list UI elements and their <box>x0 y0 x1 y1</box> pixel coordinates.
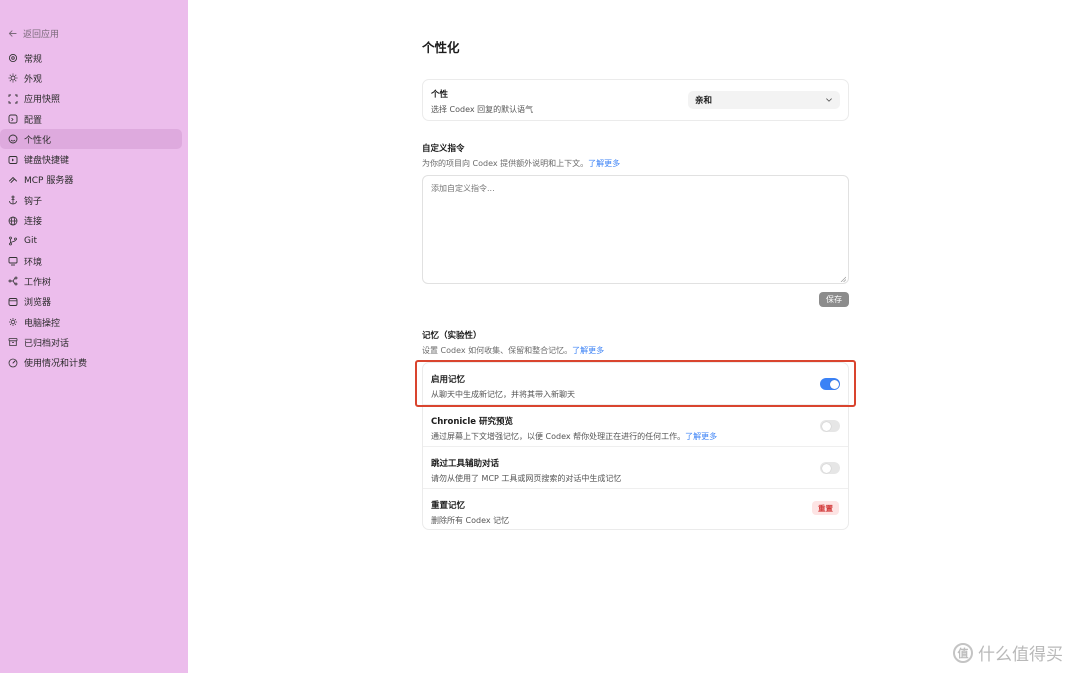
sidebar-item-hooks[interactable]: 钩子 <box>0 190 182 210</box>
sidebar-item-label: 浏览器 <box>24 298 52 309</box>
sidebar-item-label: 使用情况和计费 <box>24 359 88 370</box>
sidebar-item-label: 已归档对话 <box>24 338 70 349</box>
sidebar-item-label: 个性化 <box>24 135 52 146</box>
sidebar-item-computer-control[interactable]: 电脑操控 <box>0 312 182 332</box>
memory-card: 启用记忆 从聊天中生成新记忆，并将其带入新聊天 Chronicle 研究预览 通… <box>422 362 849 530</box>
toggle-knob <box>821 463 831 473</box>
sidebar-item-config[interactable]: 配置 <box>0 109 182 129</box>
personality-select[interactable]: 亲和 <box>688 91 840 109</box>
watermark-logo: 值 <box>953 642 973 663</box>
sidebar-item-app-snapshot[interactable]: 应用快照 <box>0 89 182 109</box>
sidebar-item-label: 环境 <box>24 257 43 268</box>
monitor-icon <box>8 257 18 266</box>
skip-tool-chats-toggle[interactable] <box>820 462 840 474</box>
back-to-app-link[interactable]: 返回应用 <box>8 27 59 40</box>
anchor-icon <box>9 195 17 205</box>
reset-memory-button[interactable]: 重置 <box>812 501 839 515</box>
custom-instructions-learn-more-link[interactable]: 了解更多 <box>588 159 620 168</box>
custom-instructions-description-text: 为你的项目向 Codex 提供额外说明和上下文。 <box>422 159 589 168</box>
computer-control-icon <box>9 318 17 326</box>
custom-instructions-input[interactable] <box>422 175 849 284</box>
sidebar-item-label: 应用快照 <box>24 95 61 106</box>
sidebar-item-label: 常规 <box>24 54 43 65</box>
sidebar-item-label: Git <box>24 235 38 246</box>
sidebar-item-archived-chats[interactable]: 已归档对话 <box>0 332 182 352</box>
chronicle-title: Chronicle 研究预览 <box>431 417 513 427</box>
gear-icon <box>8 54 18 63</box>
reset-memory-description: 删除所有 Codex 记忆 <box>431 516 510 525</box>
memory-row-enable: 启用记忆 从聊天中生成新记忆，并将其带入新聊天 <box>423 363 848 405</box>
sidebar-item-label: 键盘快捷键 <box>24 156 70 167</box>
toggle-knob <box>829 379 839 389</box>
settings-nav: 常规 外观 应用快照 配置 个性化 键盘快捷键 MCP 服务器 钩子 连接 Gi… <box>0 48 188 373</box>
sidebar-item-label: 电脑操控 <box>24 318 61 329</box>
memory-title: 记忆（实验性） <box>422 331 482 341</box>
globe-icon <box>8 216 18 225</box>
chronicle-description-text: 通过屏幕上下文增强记忆，以便 Codex 帮你处理正在进行的任何工作。 <box>431 432 686 441</box>
browser-icon <box>8 297 18 306</box>
snapshot-icon <box>8 94 18 104</box>
memory-row-skip-tool-chats: 跳过工具辅助对话 请勿从使用了 MCP 工具或网页搜索的对话中生成记忆 <box>423 447 848 489</box>
enable-memory-description: 从聊天中生成新记忆，并将其带入新聊天 <box>431 390 575 399</box>
main-content: 个性化 个性 选择 Codex 回复的默认语气 亲和 自定义指令 为你的项目向 … <box>188 0 1080 673</box>
sidebar-item-personalization[interactable]: 个性化 <box>0 129 182 150</box>
page-title: 个性化 <box>422 40 460 55</box>
personality-card: 个性 选择 Codex 回复的默认语气 亲和 <box>422 79 849 121</box>
sidebar-item-general[interactable]: 常规 <box>0 48 182 68</box>
sidebar-item-label: 外观 <box>24 74 43 85</box>
resize-handle-icon[interactable] <box>840 276 846 282</box>
memory-description: 设置 Codex 如何收集、保留和整合记忆。了解更多 <box>422 345 604 356</box>
sidebar-item-label: 配置 <box>24 115 43 126</box>
chronicle-toggle[interactable] <box>820 420 840 432</box>
sidebar-item-environment[interactable]: 环境 <box>0 251 182 271</box>
archive-icon <box>8 338 18 347</box>
enable-memory-title: 启用记忆 <box>431 375 466 385</box>
watermark-text: 什么值得买 <box>978 645 1063 665</box>
mcp-icon <box>9 176 17 183</box>
sidebar-item-keyboard-shortcuts[interactable]: 键盘快捷键 <box>0 149 182 169</box>
chronicle-learn-more-link[interactable]: 了解更多 <box>685 432 717 441</box>
back-label: 返回应用 <box>23 30 60 40</box>
sidebar-item-appearance[interactable]: 外观 <box>0 68 182 88</box>
sun-icon <box>8 73 18 83</box>
custom-instructions-description: 为你的项目向 Codex 提供额外说明和上下文。了解更多 <box>422 158 620 169</box>
memory-row-chronicle: Chronicle 研究预览 通过屏幕上下文增强记忆，以便 Codex 帮你处理… <box>423 405 848 447</box>
sidebar-item-label: MCP 服务器 <box>24 176 74 187</box>
chronicle-description: 通过屏幕上下文增强记忆，以便 Codex 帮你处理正在进行的任何工作。了解更多 <box>431 431 840 442</box>
gauge-icon <box>8 358 18 367</box>
sidebar-item-usage-billing[interactable]: 使用情况和计费 <box>0 352 182 372</box>
arrow-left-icon <box>8 30 17 37</box>
git-branch-icon <box>9 236 17 246</box>
reset-memory-title: 重置记忆 <box>431 501 466 511</box>
worktree-icon <box>8 277 18 286</box>
memory-row-reset: 重置记忆 删除所有 Codex 记忆 重置 <box>423 489 848 531</box>
toggle-knob <box>821 421 831 431</box>
personality-selected-value: 亲和 <box>695 96 713 106</box>
sidebar-item-label: 工作树 <box>24 277 52 288</box>
sidebar: 返回应用 常规 外观 应用快照 配置 个性化 键盘快捷键 MCP 服务器 钩子 … <box>0 0 188 673</box>
memory-description-text: 设置 Codex 如何收集、保留和整合记忆。 <box>422 346 573 355</box>
personalization-icon <box>8 134 18 144</box>
memory-learn-more-link[interactable]: 了解更多 <box>572 346 604 355</box>
chevron-down-icon <box>826 98 832 102</box>
watermark: 值 什么值得买 <box>953 640 1063 665</box>
sidebar-item-browser[interactable]: 浏览器 <box>0 292 182 312</box>
enable-memory-toggle[interactable] <box>820 378 840 390</box>
sidebar-item-label: 连接 <box>24 217 43 228</box>
keyboard-icon <box>8 155 18 164</box>
sidebar-item-worktree[interactable]: 工作树 <box>0 271 182 291</box>
skip-tool-chats-description: 请勿从使用了 MCP 工具或网页搜索的对话中生成记忆 <box>431 474 622 483</box>
sidebar-item-git[interactable]: Git <box>0 231 182 251</box>
sidebar-item-mcp-servers[interactable]: MCP 服务器 <box>0 170 182 190</box>
sidebar-item-label: 钩子 <box>24 196 43 207</box>
save-button[interactable]: 保存 <box>819 292 849 307</box>
sidebar-item-connections[interactable]: 连接 <box>0 210 182 230</box>
custom-instructions-title: 自定义指令 <box>422 144 465 154</box>
skip-tool-chats-title: 跳过工具辅助对话 <box>431 459 500 469</box>
config-icon <box>8 114 18 124</box>
